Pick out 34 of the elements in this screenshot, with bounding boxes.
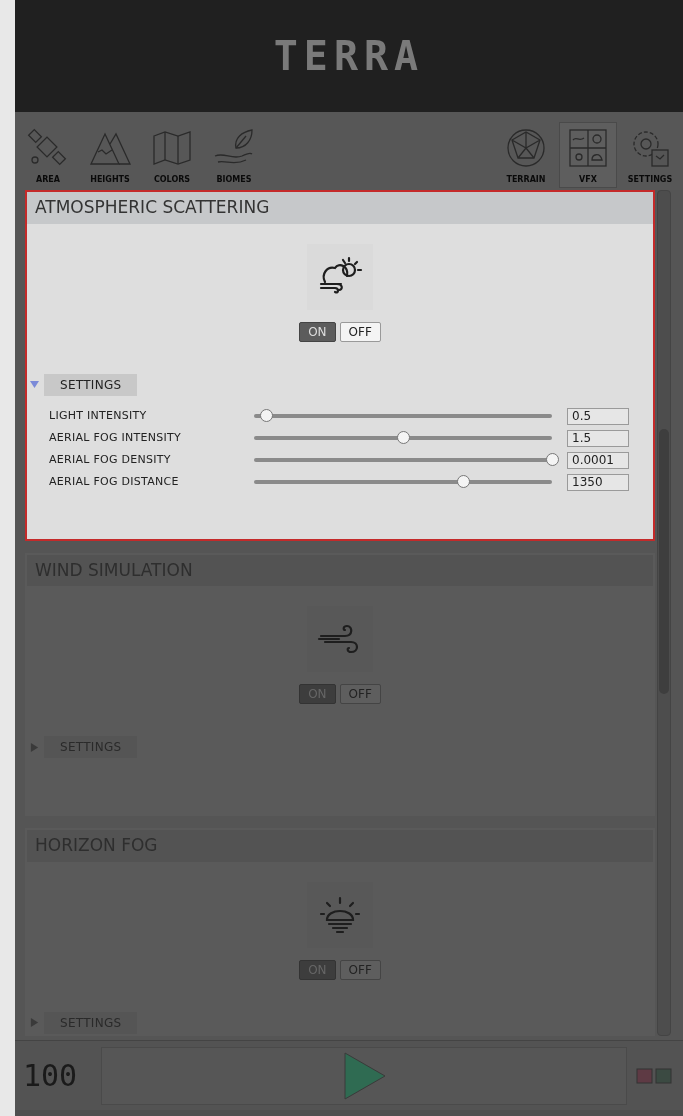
- slider-thumb[interactable]: [546, 453, 559, 466]
- collapsed-triangle-icon[interactable]: [28, 1016, 40, 1029]
- off-button[interactable]: OFF: [339, 684, 381, 704]
- toolbar-tab[interactable]: TERRAIN: [497, 122, 555, 188]
- settings-header[interactable]: SETTINGS: [44, 373, 138, 396]
- slider-thumb[interactable]: [259, 409, 273, 422]
- value-field[interactable]: 1350: [567, 473, 629, 491]
- globe-mesh-icon: [504, 126, 548, 170]
- setting-label: AERIAL FOG INTENSITY: [49, 429, 183, 446]
- setting-label: LIGHT INTENSITY: [49, 407, 148, 424]
- toolbar-tab[interactable]: VFX: [559, 122, 617, 188]
- dice-icon[interactable]: [635, 1065, 675, 1086]
- collapsed-triangle-icon[interactable]: [28, 741, 40, 753]
- value-field[interactable]: 1.5: [567, 429, 629, 447]
- toolbar-tab[interactable]: SETTINGS: [621, 122, 679, 188]
- value-field[interactable]: 0.0001: [567, 451, 629, 469]
- setting-label: AERIAL FOG DISTANCE: [49, 473, 180, 490]
- setting-label: AERIAL FOG DENSITY: [49, 451, 172, 468]
- section-title: ATMOSPHERIC SCATTERING: [27, 192, 653, 224]
- off-button[interactable]: OFF: [339, 959, 381, 980]
- logo: TERRA: [273, 32, 425, 81]
- toolbar-tab[interactable]: COLORS: [143, 122, 201, 188]
- effects-grid-icon: [566, 126, 610, 170]
- off-button[interactable]: OFF: [339, 321, 381, 342]
- play-button[interactable]: [101, 1046, 627, 1105]
- toolbar-tab[interactable]: BIOMES: [205, 122, 263, 188]
- slider-thumb[interactable]: [456, 475, 470, 488]
- counter: 100: [23, 1057, 79, 1095]
- slider-thumb[interactable]: [397, 431, 410, 444]
- toolbar-tab[interactable]: HEIGHTS: [81, 122, 139, 188]
- toolbar-tab[interactable]: AREA: [19, 122, 77, 188]
- expanded-triangle-icon[interactable]: [28, 378, 40, 391]
- on-button[interactable]: ON: [299, 321, 336, 342]
- value-field[interactable]: 0.5: [567, 407, 629, 425]
